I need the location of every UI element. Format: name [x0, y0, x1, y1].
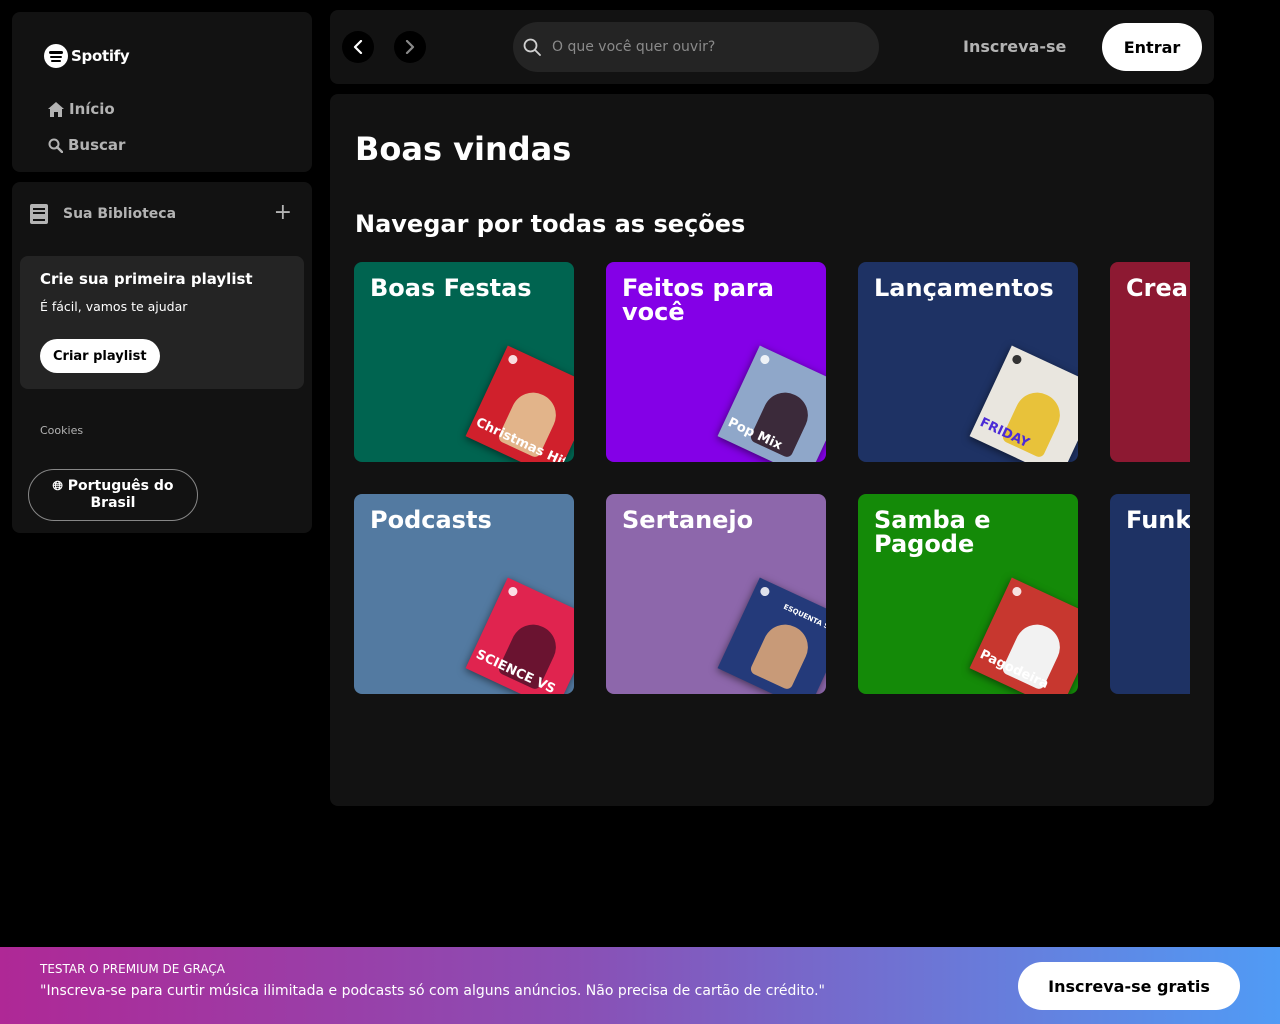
genre-card-label: Funk	[1126, 506, 1190, 534]
create-playlist-title: Crie sua primeira playlist	[40, 270, 253, 288]
banner-text: "Inscreva-se para curtir música ilimitad…	[40, 983, 825, 999]
forward-button[interactable]	[394, 31, 426, 63]
genre-card-cover: SCIENCE VS	[465, 577, 574, 694]
language-label: Português do Brasil	[67, 478, 174, 511]
genre-card-label: Samba e Pagode	[874, 506, 991, 558]
genre-card-cover: FRIDAY	[969, 345, 1078, 462]
genre-card-label: Crea	[1126, 274, 1188, 302]
globe-icon: 🌐︎	[52, 479, 63, 494]
signup-link[interactable]: Inscreva-se	[963, 37, 1066, 56]
genre-card-label: Feitos para você	[622, 274, 774, 326]
genre-card-cover: Christmas Hits	[465, 345, 574, 462]
genre-card-samba-e-pagode[interactable]: Samba e Pagode Pagodeira	[858, 494, 1078, 694]
library-title[interactable]: Sua Biblioteca	[63, 206, 176, 222]
sidebar-item-search[interactable]: Buscar	[48, 136, 125, 154]
home-icon	[48, 101, 64, 117]
genre-card-sertanejo[interactable]: Sertanejo ESQUENTA SERTANEJO	[606, 494, 826, 694]
plus-icon[interactable]: +	[274, 202, 292, 224]
cookies-link[interactable]: Cookies	[40, 424, 83, 437]
genre-grid: Boas Festas Christmas Hits Feitos para v…	[354, 262, 1190, 702]
genre-card-podcasts[interactable]: Podcasts SCIENCE VS	[354, 494, 574, 694]
top-bar: O que você quer ouvir? Inscreva-se Entra…	[330, 10, 1214, 84]
library-header: Sua Biblioteca +	[30, 202, 300, 224]
chevron-left-icon	[353, 40, 363, 54]
signup-free-button[interactable]: Inscreva-se gratis	[1018, 962, 1240, 1010]
library-icon[interactable]	[30, 204, 48, 224]
genre-card-label: Podcasts	[370, 506, 492, 534]
language-button[interactable]: 🌐︎ Português do Brasil	[28, 469, 198, 521]
genre-card-label: Sertanejo	[622, 506, 754, 534]
logo-text: Spotify	[71, 47, 130, 65]
chevron-right-icon	[405, 40, 415, 54]
language-label-wrap: 🌐︎ Português do Brasil	[29, 478, 197, 512]
sidebar-item-home[interactable]: Início	[48, 100, 115, 118]
create-playlist-button[interactable]: Criar playlist	[40, 339, 160, 373]
search-placeholder: O que você quer ouvir?	[552, 39, 716, 55]
sidebar-item-label: Buscar	[68, 136, 126, 154]
library-panel: Sua Biblioteca + Crie sua primeira playl…	[12, 182, 312, 533]
spotify-logo[interactable]: Spotify	[44, 44, 130, 68]
search-icon	[48, 138, 63, 153]
back-button[interactable]	[342, 31, 374, 63]
genre-card-cover: Pagodeira	[969, 577, 1078, 694]
genre-card-boas-festas[interactable]: Boas Festas Christmas Hits	[354, 262, 574, 462]
page-title: Boas vindas	[355, 130, 572, 168]
genre-card-feitos-para-voce[interactable]: Feitos para você Pop Mix	[606, 262, 826, 462]
genre-card-funk[interactable]: Funk	[1110, 494, 1190, 694]
login-button[interactable]: Entrar	[1102, 23, 1202, 71]
main-content: Boas vindas Navegar por todas as seções …	[330, 94, 1214, 806]
sidebar-item-label: Início	[69, 100, 115, 118]
banner-kicker: TESTAR O PREMIUM DE GRAÇA	[40, 962, 225, 976]
genre-card-cover: Pop Mix	[717, 345, 826, 462]
spotify-logo-icon	[44, 44, 68, 68]
genre-card-label: Lançamentos	[874, 274, 1054, 302]
genre-card-label: Boas Festas	[370, 274, 532, 302]
genre-card-cover: ESQUENTA SERTANEJO	[717, 577, 826, 694]
genre-card-lancamentos[interactable]: Lançamentos FRIDAY	[858, 262, 1078, 462]
sidebar-nav-panel: Spotify Início Buscar	[12, 12, 312, 172]
search-icon	[523, 38, 541, 56]
create-playlist-subtitle: É fácil, vamos te ajudar	[40, 299, 188, 314]
premium-banner[interactable]: TESTAR O PREMIUM DE GRAÇA "Inscreva-se p…	[0, 947, 1280, 1024]
section-title: Navegar por todas as seções	[355, 210, 746, 238]
search-input[interactable]: O que você quer ouvir?	[513, 22, 879, 72]
genre-card-crea[interactable]: Crea	[1110, 262, 1190, 462]
create-playlist-card: Crie sua primeira playlist É fácil, vamo…	[20, 256, 304, 389]
